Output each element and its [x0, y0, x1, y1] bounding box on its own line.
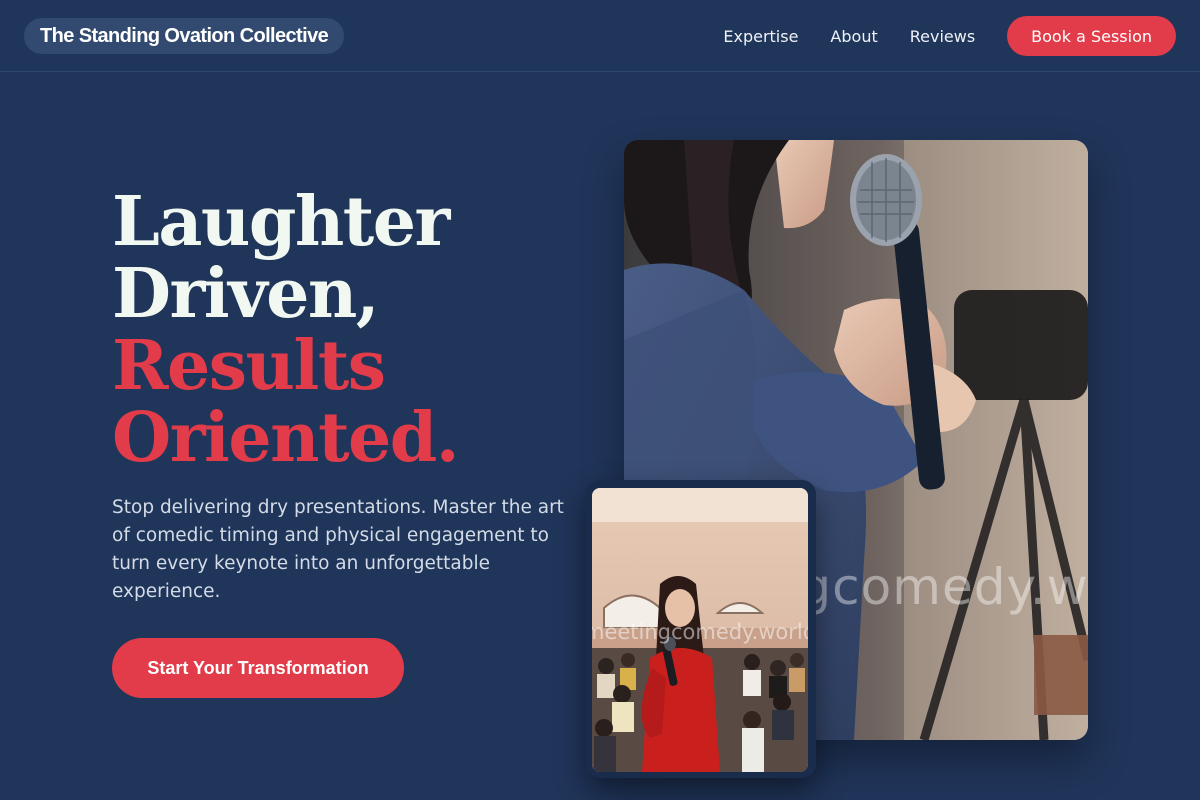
- nav-link-about[interactable]: About: [830, 27, 877, 46]
- headline-line-3: Results: [112, 326, 386, 406]
- hero-description: Stop delivering dry presentations. Maste…: [112, 497, 564, 602]
- audience-speaker-photo: meetingcomedy.world: [592, 488, 808, 772]
- headline-line-1: Laughter: [112, 182, 450, 262]
- main-nav: Expertise About Reviews Book a Session: [723, 16, 1176, 56]
- nav-link-reviews[interactable]: Reviews: [910, 27, 975, 46]
- start-transformation-button[interactable]: Start Your Transformation: [112, 638, 404, 698]
- headline-line-4: Oriented.: [112, 398, 460, 478]
- site-header: The Standing Ovation Collective Expertis…: [0, 0, 1200, 72]
- book-session-button[interactable]: Book a Session: [1007, 16, 1176, 56]
- headline-line-2: Driven,: [112, 254, 380, 334]
- hero-headline: Laughter Driven, Results Oriented.: [112, 182, 460, 478]
- nav-link-expertise[interactable]: Expertise: [723, 27, 798, 46]
- brand-logo[interactable]: The Standing Ovation Collective: [24, 18, 345, 54]
